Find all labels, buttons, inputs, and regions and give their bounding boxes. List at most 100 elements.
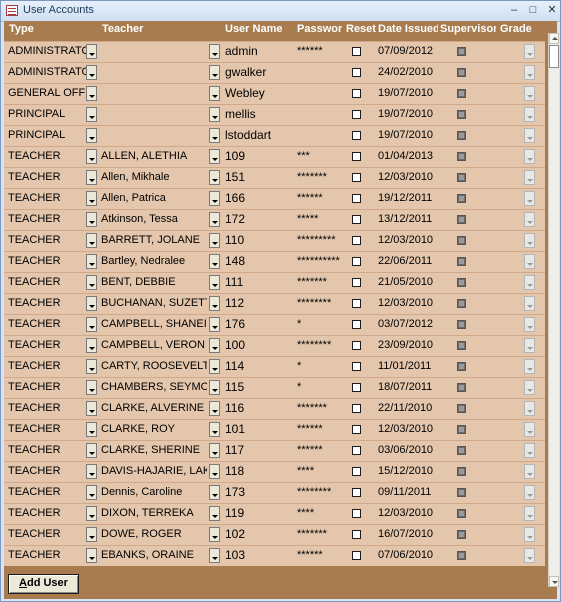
type-dropdown-icon[interactable] [86, 212, 97, 227]
teacher-dropdown-icon[interactable] [209, 191, 220, 206]
type-value[interactable]: PRINCIPAL [8, 129, 86, 141]
supervisor-checkbox[interactable] [457, 278, 466, 287]
reset-checkbox[interactable] [352, 47, 361, 56]
type-dropdown-icon[interactable] [86, 317, 97, 332]
type-value[interactable]: TEACHER [8, 213, 86, 225]
type-value[interactable]: TEACHER [8, 444, 86, 456]
table-row[interactable]: GENERAL OFFICE Webley 19/07/2010 [4, 83, 545, 104]
type-value[interactable]: TEACHER [8, 339, 86, 351]
maximize-icon[interactable]: □ [526, 4, 540, 17]
grade-dropdown-icon[interactable] [524, 275, 535, 290]
user-name-value[interactable]: 151 [225, 170, 295, 184]
table-row[interactable]: PRINCIPAL mellis 19/07/2010 [4, 104, 545, 125]
type-dropdown-icon[interactable] [86, 65, 97, 80]
table-row[interactable]: ADMINISTRATOR admin****** 07/09/2012 [4, 41, 545, 62]
grade-dropdown-icon[interactable] [524, 191, 535, 206]
type-value[interactable]: TEACHER [8, 150, 86, 162]
table-row[interactable]: TEACHER Allen, Mikhale 151 ******* 12/03/201… [4, 167, 545, 188]
type-value[interactable]: TEACHER [8, 276, 86, 288]
user-name-value[interactable]: 100 [225, 338, 295, 352]
date-issued-value[interactable]: 19/07/2010 [378, 129, 438, 141]
type-dropdown-icon[interactable] [86, 548, 97, 563]
date-issued-value[interactable]: 19/07/2010 [378, 108, 438, 120]
teacher-value[interactable]: Bartley, Nedralee [101, 255, 207, 267]
teacher-value[interactable]: CHAMBERS, SEYMOUR [101, 381, 207, 393]
type-dropdown-icon[interactable] [86, 170, 97, 185]
type-value[interactable]: TEACHER [8, 507, 86, 519]
user-name-value[interactable]: 118 [225, 464, 295, 478]
reset-checkbox[interactable] [352, 152, 361, 161]
user-name-value[interactable]: 115 [225, 380, 295, 394]
reset-checkbox[interactable] [352, 215, 361, 224]
supervisor-checkbox[interactable] [457, 194, 466, 203]
teacher-dropdown-icon[interactable] [209, 380, 220, 395]
type-value[interactable]: TEACHER [8, 192, 86, 204]
table-row[interactable]: TEACHER CARTY, ROOSEVELT 114 * 11/01/2011 [4, 356, 545, 377]
user-name-value[interactable]: mellis [225, 107, 295, 121]
date-issued-value[interactable]: 12/03/2010 [378, 234, 438, 246]
grade-dropdown-icon[interactable] [524, 527, 535, 542]
type-value[interactable]: TEACHER [8, 402, 86, 414]
date-issued-value[interactable]: 12/03/2010 [378, 171, 438, 183]
type-dropdown-icon[interactable] [86, 527, 97, 542]
grade-dropdown-icon[interactable] [524, 107, 535, 122]
date-issued-value[interactable]: 09/11/2011 [378, 486, 438, 498]
table-row[interactable]: TEACHER DOWE, ROGER 102 ******* 16/07/2010 [4, 524, 545, 545]
supervisor-checkbox[interactable] [457, 530, 466, 539]
date-issued-value[interactable]: 12/03/2010 [378, 423, 438, 435]
password-value[interactable]: ******* [297, 276, 343, 288]
date-issued-value[interactable]: 12/03/2010 [378, 507, 438, 519]
reset-checkbox[interactable] [352, 488, 361, 497]
scroll-up-icon[interactable] [549, 33, 559, 44]
teacher-dropdown-icon[interactable] [209, 128, 220, 143]
date-issued-value[interactable]: 07/09/2012 [378, 45, 438, 57]
teacher-dropdown-icon[interactable] [209, 548, 220, 563]
teacher-dropdown-icon[interactable] [209, 149, 220, 164]
table-row[interactable]: TEACHER EBANKS, ORAINE 103 ****** 07/06/2010 [4, 545, 545, 566]
teacher-dropdown-icon[interactable] [209, 443, 220, 458]
type-dropdown-icon[interactable] [86, 506, 97, 521]
teacher-value[interactable]: DOWE, ROGER [101, 528, 207, 540]
supervisor-checkbox[interactable] [457, 425, 466, 434]
supervisor-checkbox[interactable] [457, 404, 466, 413]
teacher-dropdown-icon[interactable] [209, 527, 220, 542]
type-value[interactable]: TEACHER [8, 465, 86, 477]
reset-checkbox[interactable] [352, 257, 361, 266]
user-name-value[interactable]: 103 [225, 548, 295, 562]
supervisor-checkbox[interactable] [457, 68, 466, 77]
type-dropdown-icon[interactable] [86, 254, 97, 269]
grade-dropdown-icon[interactable] [524, 338, 535, 353]
table-row[interactable]: TEACHER BARRETT, JOLANE 110 ********* 12/03/… [4, 230, 545, 251]
teacher-value[interactable]: CLARKE, SHERINE [101, 444, 207, 456]
grade-dropdown-icon[interactable] [524, 44, 535, 59]
date-issued-value[interactable]: 16/07/2010 [378, 528, 438, 540]
reset-checkbox[interactable] [352, 194, 361, 203]
user-name-value[interactable]: 172 [225, 212, 295, 226]
date-issued-value[interactable]: 03/06/2010 [378, 444, 438, 456]
password-value[interactable]: *** [297, 150, 343, 162]
user-name-value[interactable]: 110 [225, 233, 295, 247]
supervisor-checkbox[interactable] [457, 257, 466, 266]
teacher-dropdown-icon[interactable] [209, 212, 220, 227]
supervisor-checkbox[interactable] [457, 488, 466, 497]
type-value[interactable]: ADMINISTRATOR [8, 66, 86, 78]
supervisor-checkbox[interactable] [457, 320, 466, 329]
password-value[interactable]: * [297, 318, 343, 330]
teacher-dropdown-icon[interactable] [209, 464, 220, 479]
teacher-value[interactable]: DIXON, TERREKA [101, 507, 207, 519]
user-name-value[interactable]: 111 [225, 275, 295, 289]
grade-dropdown-icon[interactable] [524, 254, 535, 269]
teacher-value[interactable]: Atkinson, Tessa [101, 213, 207, 225]
reset-checkbox[interactable] [352, 110, 361, 119]
password-value[interactable]: ******** [297, 297, 343, 309]
type-dropdown-icon[interactable] [86, 233, 97, 248]
type-dropdown-icon[interactable] [86, 359, 97, 374]
teacher-dropdown-icon[interactable] [209, 254, 220, 269]
reset-checkbox[interactable] [352, 362, 361, 371]
date-issued-value[interactable]: 24/02/2010 [378, 66, 438, 78]
type-dropdown-icon[interactable] [86, 128, 97, 143]
reset-checkbox[interactable] [352, 404, 361, 413]
type-dropdown-icon[interactable] [86, 464, 97, 479]
password-value[interactable]: ******* [297, 402, 343, 414]
password-value[interactable]: ****** [297, 444, 343, 456]
